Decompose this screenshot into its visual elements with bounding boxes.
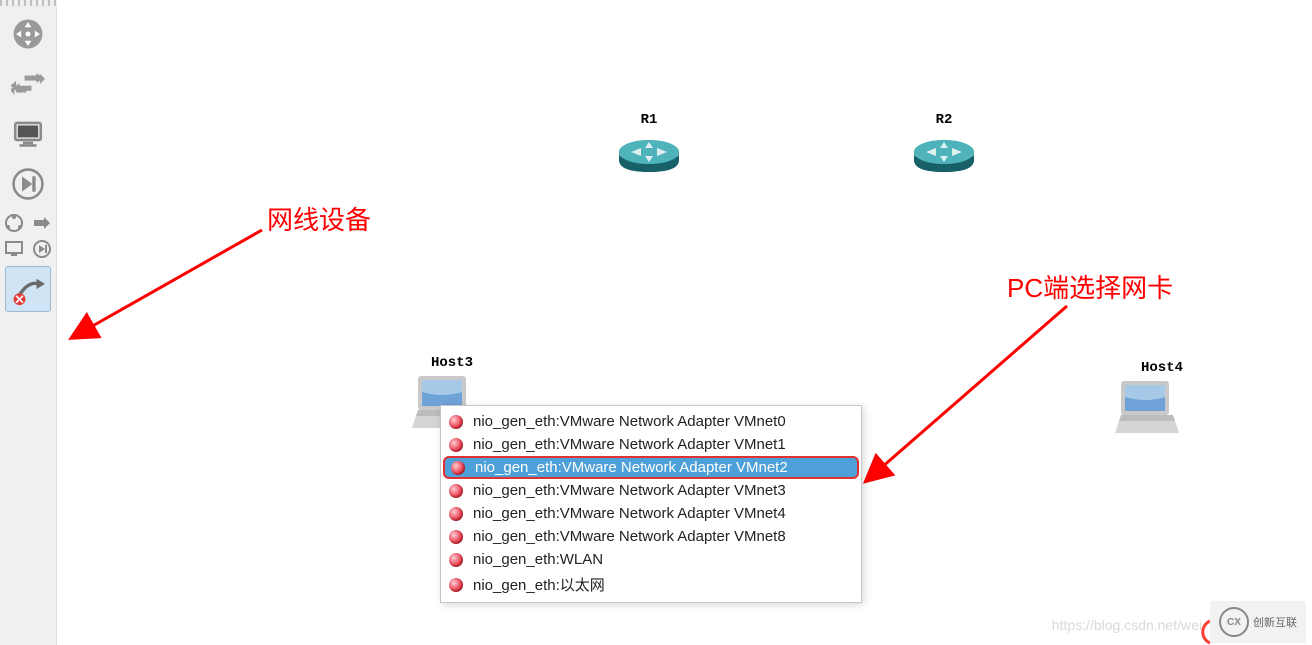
nic-option-wlan[interactable]: nio_gen_eth:WLAN <box>441 548 861 571</box>
router1-device[interactable] <box>617 130 681 174</box>
monitor-small-icon <box>4 239 24 259</box>
unavailable-dot-icon <box>449 438 463 452</box>
step-mini-button[interactable] <box>31 238 53 260</box>
unavailable-dot-icon <box>449 507 463 521</box>
logo-text: 创新互联 <box>1253 614 1297 630</box>
arrow-mini-button[interactable] <box>31 212 53 234</box>
logo-badge: CX 创新互联 <box>1210 601 1306 643</box>
step-forward-icon <box>11 167 45 201</box>
topology-icon <box>4 213 24 233</box>
topology-mini-button[interactable] <box>3 212 25 234</box>
monitor-icon <box>11 117 45 151</box>
left-toolbar <box>0 0 57 645</box>
unavailable-dot-icon <box>449 553 463 567</box>
step-forward-button[interactable] <box>6 162 50 206</box>
host-icon <box>1115 377 1179 437</box>
host3-label: Host3 <box>407 355 497 371</box>
router2-device[interactable] <box>912 130 976 174</box>
cable-tool-icon <box>11 272 45 306</box>
nic-option-vmnet0[interactable]: nio_gen_eth:VMware Network Adapter VMnet… <box>441 410 861 433</box>
nic-option-label: nio_gen_eth:VMware Network Adapter VMnet… <box>473 505 786 522</box>
monitor-mini-button[interactable] <box>3 238 25 260</box>
move-arrows-button[interactable] <box>6 62 50 106</box>
cable-arrow <box>67 220 287 350</box>
router-icon <box>912 130 976 174</box>
nic-dropdown[interactable]: nio_gen_eth:VMware Network Adapter VMnet… <box>440 405 862 603</box>
logo-mark-icon: CX <box>1219 607 1249 637</box>
cable-tool-button[interactable] <box>5 266 51 312</box>
nic-option-vmnet4[interactable]: nio_gen_eth:VMware Network Adapter VMnet… <box>441 502 861 525</box>
router1-label: R1 <box>617 112 681 128</box>
nic-arrow <box>867 300 1087 480</box>
ruler-decoration <box>0 0 57 6</box>
nic-option-label: nio_gen_eth:VMware Network Adapter VMnet… <box>473 436 786 453</box>
unavailable-dot-icon <box>449 415 463 429</box>
unavailable-dot-icon <box>449 484 463 498</box>
unavailable-dot-icon <box>449 530 463 544</box>
nic-option-vmnet1[interactable]: nio_gen_eth:VMware Network Adapter VMnet… <box>441 433 861 456</box>
move-arrows-icon <box>11 67 45 101</box>
host4-device[interactable] <box>1115 377 1179 437</box>
nic-option-label: nio_gen_eth:VMware Network Adapter VMnet… <box>473 528 786 545</box>
watermark-text: https://blog.csdn.net/wei <box>1052 617 1202 633</box>
nic-option-label: nio_gen_eth:VMware Network Adapter VMnet… <box>475 459 788 476</box>
mini-row-2 <box>0 238 56 260</box>
monitor-button[interactable] <box>6 112 50 156</box>
router-icon <box>617 130 681 174</box>
router2-label: R2 <box>912 112 976 128</box>
mini-row-1 <box>0 212 56 234</box>
pan-tool-button[interactable] <box>6 12 50 56</box>
unavailable-dot-icon <box>449 578 463 592</box>
nic-option-vmnet3[interactable]: nio_gen_eth:VMware Network Adapter VMnet… <box>441 479 861 502</box>
nic-option-label: nio_gen_eth:以太网 <box>473 574 605 595</box>
step-small-icon <box>32 239 52 259</box>
unavailable-dot-icon <box>451 461 465 475</box>
nic-option-vmnet8[interactable]: nio_gen_eth:VMware Network Adapter VMnet… <box>441 525 861 548</box>
pan-tool-icon <box>11 17 45 51</box>
nic-option-label: nio_gen_eth:VMware Network Adapter VMnet… <box>473 482 786 499</box>
nic-option-ethernet[interactable]: nio_gen_eth:以太网 <box>441 571 861 598</box>
host4-label: Host4 <box>1117 360 1207 376</box>
topology-canvas[interactable]: R1 R2 Host3 Hos <box>57 0 1312 645</box>
nic-option-label: nio_gen_eth:WLAN <box>473 551 603 568</box>
nic-option-label: nio_gen_eth:VMware Network Adapter VMnet… <box>473 413 786 430</box>
nic-option-vmnet2[interactable]: nio_gen_eth:VMware Network Adapter VMnet… <box>443 456 859 479</box>
arrow-right-icon <box>32 213 52 233</box>
